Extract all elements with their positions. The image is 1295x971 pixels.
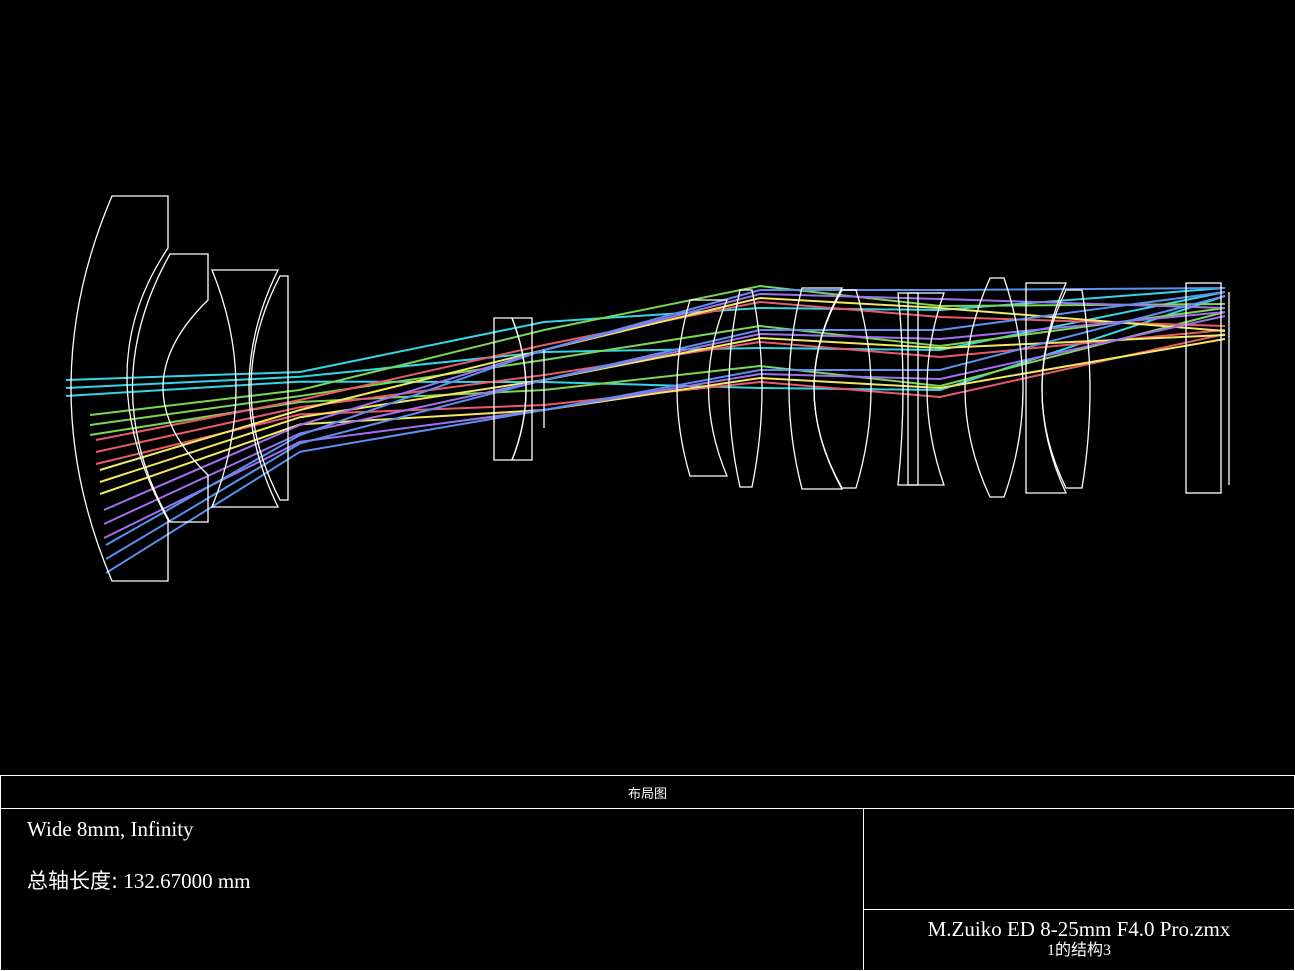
configuration-index: 1的结构3 xyxy=(1046,942,1111,959)
lens-elements xyxy=(70,195,1230,582)
lens-element-4 xyxy=(250,275,289,501)
lens-layout-diagram xyxy=(65,195,1230,582)
file-info: M.Zuiko ED 8-25mm F4.0 Pro.zmx 1的结构3 xyxy=(864,910,1294,970)
axial-length-row: 总轴长度: 132.67000 mm xyxy=(27,865,251,895)
file-name: M.Zuiko ED 8-25mm F4.0 Pro.zmx xyxy=(927,917,1231,941)
title-block: 布局图 Wide 8mm, Infinity 总轴长度: 132.67000 m… xyxy=(0,775,1295,971)
ray-path xyxy=(99,334,1226,483)
info-panel: Wide 8mm, Infinity 总轴长度: 132.67000 mm xyxy=(1,809,864,970)
panel-title: 布局图 xyxy=(1,776,1294,809)
axial-length-value: 132.67000 mm xyxy=(123,869,251,893)
axial-length-label: 总轴长度: xyxy=(27,869,119,893)
blank-cell xyxy=(864,809,1294,910)
configuration-label: Wide 8mm, Infinity xyxy=(27,817,194,841)
lens-element-6 xyxy=(511,317,533,461)
lens-element-1 xyxy=(70,195,169,582)
